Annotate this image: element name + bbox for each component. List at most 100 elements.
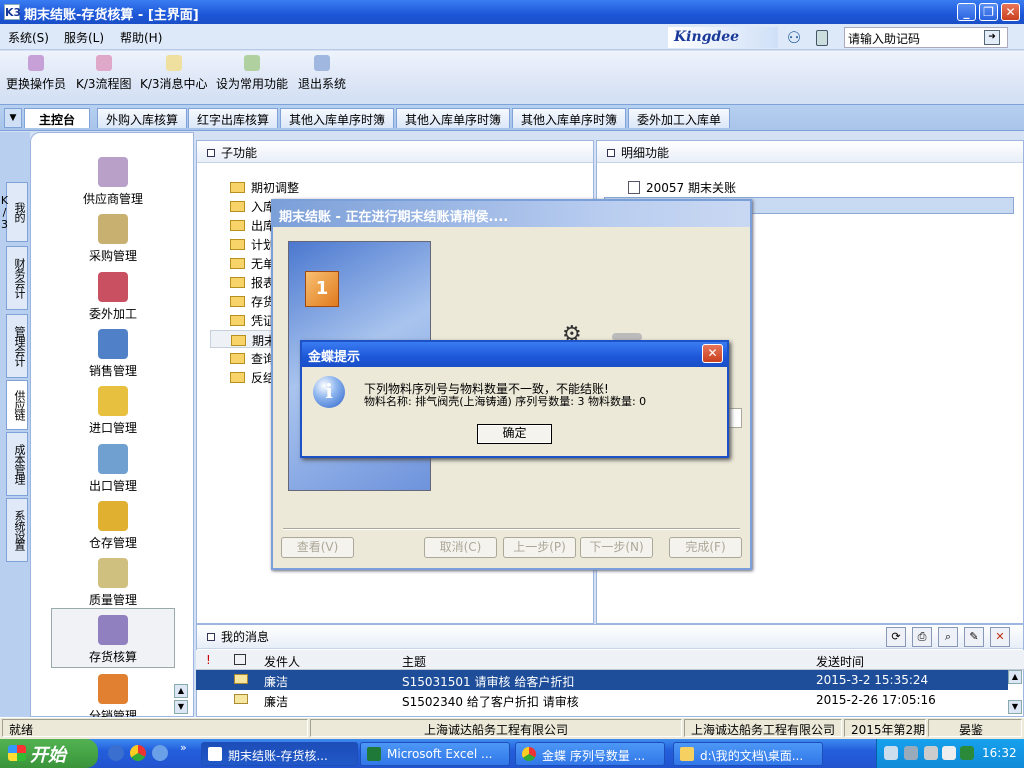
tab-other-in-1[interactable]: 其他入库单序时簿 [280,108,395,128]
tray-arrow-icon[interactable] [884,746,898,760]
task-explorer[interactable]: d:\我的文档\桌面... [673,742,823,766]
folder-item[interactable]: 查询 [230,350,275,367]
vtab-finance[interactable]: 财务会计 [6,246,28,310]
panel-square-icon [607,149,615,157]
alert-message-line2: 物料名称: 排气阀壳(上海铸通) 序列号数量: 3 物料数量: 0 [364,395,647,408]
col-type-icon[interactable] [234,654,246,665]
module-supplier[interactable]: 供应商管理 [51,151,175,207]
quicklaunch-chrome-icon[interactable] [130,745,146,761]
quicklaunch-browser-icon[interactable] [152,745,168,761]
go-arrow-icon[interactable]: ➜ [984,30,1000,45]
detail-item-period-close[interactable]: 20057 期末关账 [628,179,736,196]
vtab-settings[interactable]: 系统设置 [6,498,28,562]
module-quality[interactable]: 质量管理 [51,552,175,608]
wizard-divider [283,528,740,530]
outsource-icon [98,272,128,302]
task-label: 期末结账-存货核... [228,749,328,763]
module-label: 质量管理 [88,593,137,607]
detail-header: 明细功能 [597,141,1023,163]
next-step-button[interactable]: 下一步(N) [580,537,653,558]
message-center-button[interactable]: K/3消息中心 [140,55,208,92]
truck-icon [98,329,128,359]
module-outsource[interactable]: 委外加工 [51,266,175,322]
finish-button[interactable]: 完成(F) [669,537,742,558]
module-label: 存货核算 [88,650,137,664]
task-excel[interactable]: Microsoft Excel ... [360,742,510,766]
tab-dropdown-icon[interactable]: ▼ [4,108,22,128]
view-button[interactable]: 查看(V) [281,537,354,558]
module-scroll-down[interactable]: ▼ [174,700,188,714]
module-export[interactable]: 出口管理 [51,438,175,494]
module-label: 采购管理 [88,249,137,263]
vtab-cost[interactable]: 成本管理 [6,432,28,496]
tab-outsourced-in[interactable]: 委外加工入库单 [628,108,731,128]
folder-item[interactable]: 期初调整 [230,179,299,196]
vtab-my-k3[interactable]: 我的K/3 [0,182,28,242]
col-priority[interactable]: ! [206,653,211,667]
toolbar-label: 设为常用功能 [216,77,289,91]
tray-shield-icon[interactable] [960,746,974,760]
folder-icon [230,277,245,288]
module-distribution[interactable]: 分销管理 [51,668,175,724]
prev-step-button[interactable]: 上一步(P) [503,537,576,558]
toolbar: 更换操作员 K/3流程图 K/3消息中心 设为常用功能 退出系统 [0,51,1024,99]
set-favorite-button[interactable]: 设为常用功能 [216,55,288,92]
tray-app-icon[interactable] [942,746,956,760]
message-icon [165,55,182,71]
task-label: 金蝶 序列号数量 ... [542,749,646,763]
search-icon[interactable]: ⌕ [938,627,958,647]
wizard-title: 期末结账 - 正在进行期末结账请稍侯.... [273,201,750,227]
exit-icon [314,55,330,71]
tab-other-in-2[interactable]: 其他入库单序时簿 [396,108,511,128]
module-import[interactable]: 进口管理 [51,380,175,436]
menu-help[interactable]: 帮助(H) [120,29,162,46]
title-bar: K3 期末结账-存货核算 - [主界面] _ ❐ ✕ [0,0,1024,24]
close-button[interactable]: ✕ [1001,3,1020,21]
module-label: 出口管理 [88,479,137,493]
tab-main-console[interactable]: 主控台 [24,108,91,128]
module-inventory-accounting[interactable]: 存货核算 [51,608,175,668]
minimize-button[interactable]: _ [957,3,976,21]
tray-volume-icon[interactable] [924,746,938,760]
quicklaunch-ie-icon[interactable] [108,745,124,761]
message-row[interactable]: 廉洁 S15031501 请审核 给客户折扣 2015-3-2 15:35:24 [196,670,1008,690]
panel-square-icon [207,149,215,157]
exit-system-button[interactable]: 退出系统 [298,55,346,92]
menu-system[interactable]: 系统(S) [8,29,49,46]
flowchart-button[interactable]: K/3流程图 [76,55,132,92]
message-row[interactable]: 廉洁 S1502340 给了客户折扣 请审核 2015-2-26 17:05:1… [196,690,1008,710]
ok-button[interactable]: 确定 [477,424,552,444]
restore-button[interactable]: ❐ [979,3,998,21]
module-scroll-up[interactable]: ▲ [174,684,188,698]
quicklaunch-more-icon[interactable]: » [180,741,187,754]
tray-network-icon[interactable] [904,746,918,760]
tab-other-in-3[interactable]: 其他入库单序时簿 [512,108,627,128]
alert-close-button[interactable]: ✕ [702,344,723,363]
document-icon [628,181,640,194]
delete-icon[interactable]: ✕ [990,627,1010,647]
module-warehouse[interactable]: 仓存管理 [51,495,175,551]
cancel-button[interactable]: 取消(C) [424,537,497,558]
col-time[interactable]: 发送时间 [816,653,864,670]
module-purchase[interactable]: 采购管理 [51,208,175,264]
print-icon[interactable]: ⎙ [912,627,932,647]
messages-scroll-up[interactable]: ▲ [1008,670,1022,684]
vtab-supply-chain[interactable]: 供应链 [6,380,28,430]
task-period-close[interactable]: 期末结账-存货核... [201,742,358,766]
module-sales[interactable]: 销售管理 [51,323,175,379]
col-subject[interactable]: 主题 [402,653,426,670]
menu-service[interactable]: 服务(L) [64,29,104,46]
refresh-icon[interactable]: ⟳ [886,627,906,647]
change-operator-button[interactable]: 更换操作员 [6,55,66,92]
tab-purchase-in[interactable]: 外购入库核算 [97,108,188,128]
envelope-icon [234,673,248,687]
windows-logo-icon [8,745,26,761]
task-chrome[interactable]: 金蝶 序列号数量 ... [515,742,665,766]
status-company-2: 上海诚达船务工程有限公司 [684,719,842,737]
favorite-icon [244,55,260,71]
vtab-management[interactable]: 管理会计 [6,314,28,378]
messages-scroll-down[interactable]: ▼ [1008,700,1022,714]
col-sender[interactable]: 发件人 [264,653,300,670]
compose-icon[interactable]: ✎ [964,627,984,647]
tab-red-out[interactable]: 红字出库核算 [188,108,279,128]
